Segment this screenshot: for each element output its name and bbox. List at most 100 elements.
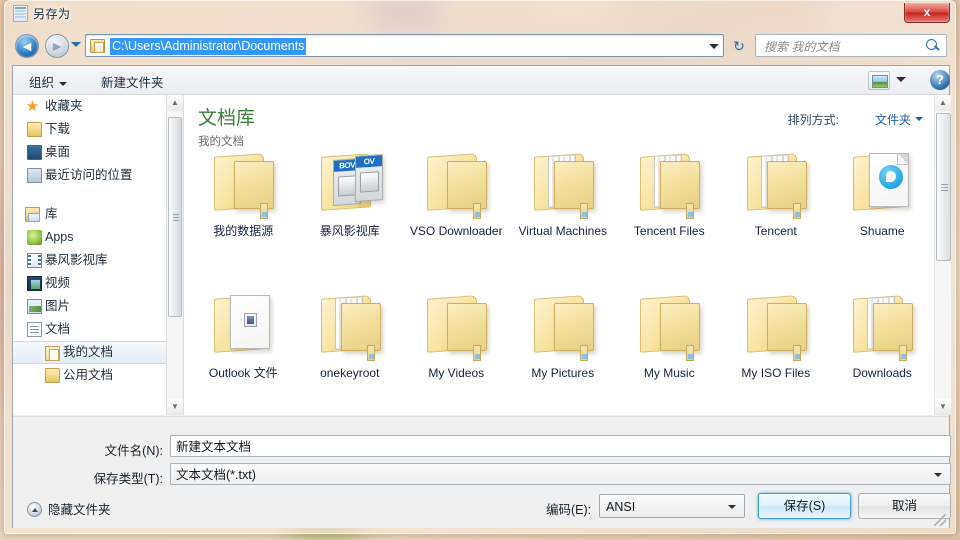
desktop-icon <box>27 145 42 160</box>
file-item[interactable]: BOV OV 暴风影视库 <box>297 143 404 285</box>
sidebar-group-libraries[interactable]: 库 <box>13 203 182 226</box>
file-item[interactable]: My ISO Files <box>723 285 830 415</box>
search-placeholder-text: 搜索 我的文档 <box>764 40 840 54</box>
sidebar-item-downloads[interactable]: 下载 <box>13 118 182 141</box>
refresh-icon[interactable]: ↻ <box>727 34 751 57</box>
scroll-down-icon[interactable]: ▼ <box>935 399 951 415</box>
window-title: 另存为 <box>33 7 71 21</box>
search-input[interactable]: 搜索 我的文档 <box>755 34 947 57</box>
sidebar-item-recent-places[interactable]: 最近访问的位置 <box>13 164 182 187</box>
filename-label: 文件名(N): <box>104 444 163 458</box>
sidebar-item-my-documents[interactable]: 我的文档 <box>13 341 182 364</box>
address-chevron-down-icon[interactable] <box>709 44 719 49</box>
picture-icon <box>27 299 42 314</box>
public-documents-icon <box>45 368 60 383</box>
sidebar-item-documents[interactable]: 文档 <box>13 318 182 341</box>
filetype-value: 文本文档(*.txt) <box>176 468 256 482</box>
view-mode-icon[interactable] <box>868 71 890 90</box>
file-label: 我的数据源 <box>213 224 274 238</box>
file-item[interactable]: Shuame <box>829 143 936 285</box>
sidebar-item-desktop[interactable]: 桌面 <box>13 141 182 164</box>
file-item[interactable]: 我的数据源 <box>190 143 297 285</box>
file-list-scrollbar[interactable]: ▲ ▼ <box>934 95 951 415</box>
file-label: My ISO Files <box>741 366 811 380</box>
file-list-pane: 文档库 我的文档 排列方式: 文件夹 我的数据源 BOV OV 暴风影视库 VS… <box>183 95 951 415</box>
file-label: My Pictures <box>531 366 595 380</box>
file-label: Outlook 文件 <box>208 366 278 380</box>
file-grid: 我的数据源 BOV OV 暴风影视库 VSO Downloader Virtua… <box>190 143 938 415</box>
chevron-down-icon <box>59 81 68 86</box>
organize-label: 组织 <box>29 76 55 90</box>
chevron-down-icon <box>934 473 942 477</box>
file-item[interactable]: Virtual Machines <box>510 143 617 285</box>
sidebar-item-baofeng-library[interactable]: 暴风影视库 <box>13 249 182 272</box>
file-item[interactable]: VSO Downloader <box>403 143 510 285</box>
file-label: My Videos <box>428 366 485 380</box>
folder-icon <box>27 122 42 137</box>
file-label: Tencent <box>754 224 797 238</box>
file-item[interactable]: My Pictures <box>510 285 617 415</box>
hide-folders-button[interactable]: 隐藏文件夹 <box>27 499 111 518</box>
arrange-chevron-down-icon[interactable] <box>915 117 923 121</box>
folder-with-files-icon <box>526 147 600 221</box>
scroll-down-icon[interactable]: ▼ <box>167 399 183 415</box>
sidebar-item-public-documents[interactable]: 公用文档 <box>13 364 182 387</box>
file-label: onekeyroot <box>320 366 380 380</box>
new-folder-button[interactable]: 新建文件夹 <box>101 72 164 91</box>
sidebar-item-apps[interactable]: Apps <box>13 226 182 249</box>
back-button[interactable]: ◄ <box>15 34 39 58</box>
close-icon[interactable]: x <box>904 3 950 23</box>
recent-pages-chevron-down-icon[interactable] <box>71 42 81 47</box>
resize-grip[interactable] <box>934 514 946 526</box>
filetype-select[interactable]: 文本文档(*.txt) <box>170 463 951 485</box>
sidebar-item-label: Apps <box>45 230 74 244</box>
file-item[interactable]: Tencent <box>723 143 830 285</box>
sidebar-item-label: 暴风影视库 <box>45 253 108 267</box>
save-button[interactable]: 保存(S) <box>758 493 851 519</box>
sidebar-item-label: 下载 <box>45 122 71 136</box>
search-icon[interactable] <box>926 39 940 53</box>
scroll-up-icon[interactable]: ▲ <box>167 95 183 111</box>
address-bar[interactable]: C:\Users\Administrator\Documents <box>85 34 724 57</box>
notepad-icon <box>13 5 28 22</box>
library-icon <box>25 207 40 222</box>
file-item[interactable]: Tencent Files <box>616 143 723 285</box>
sidebar-item-videos[interactable]: 视频 <box>13 272 182 295</box>
save-as-dialog: 另存为 x ◄ ► C:\Users\Administrator\Documen… <box>4 0 956 534</box>
file-label: VSO Downloader <box>409 224 503 238</box>
encoding-select[interactable]: ANSI <box>599 494 745 518</box>
file-item[interactable]: Downloads <box>829 285 936 415</box>
forward-button[interactable]: ► <box>45 34 69 58</box>
encoding-value: ANSI <box>606 500 636 514</box>
my-documents-icon <box>45 346 60 361</box>
scrollbar-thumb[interactable] <box>168 117 182 317</box>
sidebar-item-pictures[interactable]: 图片 <box>13 295 182 318</box>
chevron-up-circle-icon <box>27 502 42 517</box>
file-item[interactable]: My Music <box>616 285 723 415</box>
sidebar-item-label: 我的文档 <box>63 345 114 359</box>
scrollbar-thumb[interactable] <box>936 113 951 261</box>
navigation-pane-scrollbar[interactable]: ▲ ▼ <box>166 95 183 415</box>
filename-input[interactable]: 新建文本文档 <box>170 435 951 457</box>
sidebar-item-label: 图片 <box>45 299 71 313</box>
filetype-label: 保存类型(T): <box>93 472 163 486</box>
title-bar[interactable]: 另存为 x <box>5 1 955 27</box>
organize-button[interactable]: 组织 <box>29 72 68 91</box>
folder-baofeng-icon: BOV OV <box>313 147 387 221</box>
help-icon[interactable]: ? <box>930 70 950 90</box>
document-icon <box>27 322 42 337</box>
file-item[interactable]: My Videos <box>403 285 510 415</box>
file-item[interactable]: Outlook 文件 <box>190 285 297 415</box>
view-mode-chevron-down-icon[interactable] <box>896 77 906 82</box>
film-icon <box>27 276 42 291</box>
hide-folders-label: 隐藏文件夹 <box>48 503 111 517</box>
file-item[interactable]: onekeyroot <box>297 285 404 415</box>
arrange-by-value[interactable]: 文件夹 <box>875 111 911 128</box>
sidebar-group-favorites[interactable]: ★ 收藏夹 <box>13 95 182 118</box>
file-label: Tencent Files <box>633 224 705 238</box>
sidebar-group-label: 库 <box>45 207 58 221</box>
back-arrow-icon: ◄ <box>20 38 34 54</box>
scroll-up-icon[interactable]: ▲ <box>935 95 951 111</box>
folder-with-files-icon <box>739 147 813 221</box>
folder-plain-icon <box>526 289 600 363</box>
